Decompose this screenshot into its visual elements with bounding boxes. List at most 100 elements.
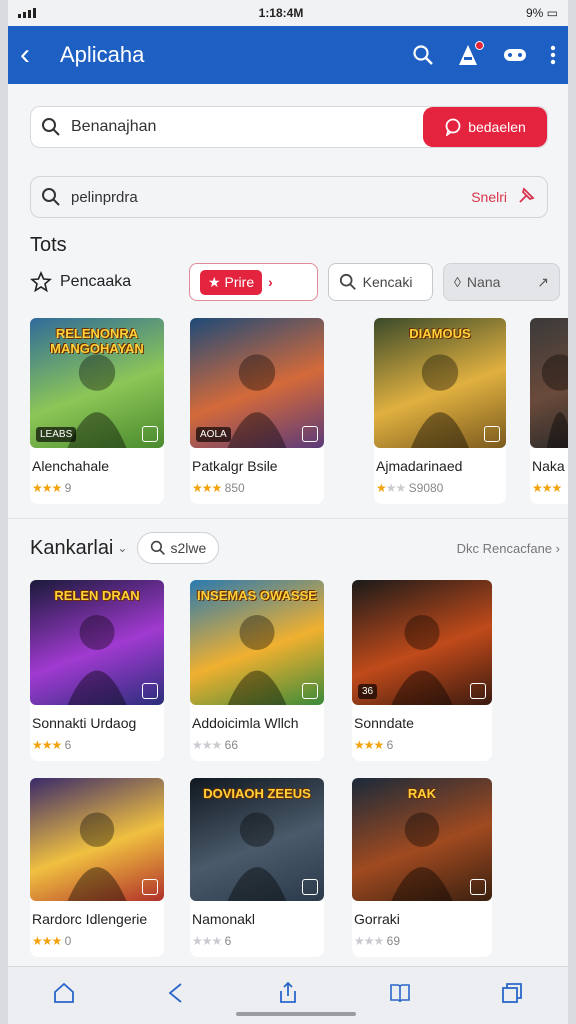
star-icon: ★ — [201, 481, 213, 495]
artwork-title: INSEMAS OWASSE — [197, 588, 317, 603]
star-icon: ★ — [211, 481, 223, 495]
star-icon: ★ — [32, 738, 43, 752]
chevron-right-icon: › — [268, 274, 273, 290]
game-rating: ★★★ 850 — [192, 481, 245, 495]
status-bar: 1:18:4M 9% ▭ — [8, 0, 568, 26]
search-input[interactable]: Benanajhan — [71, 118, 423, 136]
book-icon[interactable] — [388, 981, 412, 1010]
game-card[interactable]: AOLA Patkalgr Bsile ★★★ 850 — [190, 318, 324, 504]
search-icon[interactable] — [412, 44, 434, 66]
profile-notification-icon[interactable] — [456, 41, 484, 67]
status-time: 1:18:4M — [258, 6, 304, 20]
back-icon[interactable] — [164, 981, 188, 1010]
game-card[interactable]: DIAMOUS Ajmadarinaed ★★★ S9080 — [374, 318, 506, 504]
game-rating: ★★★ 66 — [192, 738, 238, 752]
star-icon: ★ — [385, 481, 397, 495]
game-rating: ★★★ 9 — [32, 481, 71, 495]
search-icon — [31, 117, 71, 137]
star-icon: ★ — [192, 738, 203, 752]
artwork-title: DOVIAOH ZEEUS — [203, 786, 311, 801]
star-icon: ★ — [376, 481, 387, 495]
game-title: Addoicimla Wllch — [192, 715, 299, 731]
game-artwork: RAK — [352, 778, 492, 901]
back-arrow-icon[interactable]: ‹ — [20, 40, 60, 70]
rating-value: 69 — [386, 934, 400, 948]
game-artwork: DOVIAOH ZEEUS — [190, 778, 324, 901]
expand-icon — [302, 683, 318, 699]
game-title: Namonakl — [192, 911, 256, 927]
section2-filter-chip[interactable]: s2lwe — [137, 532, 220, 564]
star-icon: ★ — [211, 738, 223, 752]
expand-icon — [142, 879, 158, 895]
game-artwork: RELEN DRAN — [30, 580, 164, 705]
star-icon: ★ — [41, 481, 53, 495]
star-icon: ★ — [211, 934, 223, 948]
secondary-search-input[interactable]: pelinprdra — [71, 189, 471, 206]
game-title: Patkalgr Bsile — [192, 458, 278, 474]
star-icon: ★ — [51, 934, 63, 948]
page-title: Aplicaha — [60, 42, 145, 67]
search-submit-button[interactable]: bedaelen — [423, 107, 547, 147]
game-card[interactable]: RELENONRA MANGOHAYAN LEABS Alenchahale ★★★ … — [30, 318, 164, 504]
game-rating: ★★★ 6 — [192, 934, 231, 948]
game-rating: ★★★ 6 — [32, 738, 71, 752]
artwork-title: DIAMOUS — [409, 326, 471, 341]
section-divider — [8, 518, 568, 519]
search-icon — [31, 187, 71, 207]
game-card[interactable]: Naka ★★★ — [530, 318, 568, 504]
search-bar-primary[interactable]: Benanajhan bedaelen — [30, 106, 548, 148]
artwork-badge: AOLA — [196, 427, 231, 442]
game-card[interactable]: Rardorc Idlengerie ★★★ 0 — [30, 778, 164, 957]
trend-icon: ↗ — [537, 273, 549, 290]
game-artwork: 36 — [352, 580, 492, 705]
game-card[interactable]: RELEN DRAN Sonnakti Urdaog ★★★ 6 — [30, 580, 164, 761]
search-bar-secondary[interactable]: pelinprdra Snelri — [30, 176, 548, 218]
star-outline-icon — [30, 271, 52, 293]
star-icon: ★ — [373, 738, 385, 752]
game-card[interactable]: RAK Gorraki ★★★ 69 — [352, 778, 492, 957]
chat-bubble-icon — [445, 118, 461, 136]
star-icon: ★ — [532, 481, 543, 495]
game-card[interactable]: INSEMAS OWASSE Addoicimla Wllch ★★★ 66 — [190, 580, 324, 761]
star-icon: ★ — [192, 934, 203, 948]
game-card[interactable]: DOVIAOH ZEEUS Namonakl ★★★ 6 — [190, 778, 324, 957]
star-icon: ★ — [395, 481, 407, 495]
category-lead[interactable]: Pencaaka — [30, 271, 189, 293]
star-icon: ★ — [354, 738, 365, 752]
game-artwork: DIAMOUS — [374, 318, 506, 448]
chevron-down-icon[interactable]: ⌄ — [117, 541, 127, 555]
game-card[interactable]: 36 Sonndate ★★★ 6 — [352, 580, 492, 761]
game-artwork: INSEMAS OWASSE — [190, 580, 324, 705]
rating-value: 6 — [224, 934, 232, 948]
secondary-search-action[interactable]: Snelri — [471, 189, 507, 205]
status-battery: 9% ▭ — [525, 6, 558, 20]
expand-icon — [470, 879, 486, 895]
search-icon — [151, 540, 166, 555]
gamepad-icon[interactable] — [502, 44, 528, 66]
rating-value: 850 — [224, 481, 245, 495]
section-heading: Tots — [30, 234, 67, 256]
star-icon: ★ — [201, 738, 213, 752]
section2-heading: Kankarlai — [30, 536, 114, 559]
pin-icon[interactable] — [517, 185, 537, 210]
home-icon[interactable] — [52, 981, 76, 1010]
artwork-title: RAK — [407, 786, 437, 801]
chip-secondary[interactable]: Kencaki — [327, 263, 433, 301]
star-icon: ★ — [373, 934, 385, 948]
see-more-link[interactable]: Dkc Rencacfane › — [457, 541, 560, 556]
artwork-title: RELEN DRAN — [54, 588, 140, 603]
game-artwork: RELENONRA MANGOHAYAN LEABS — [30, 318, 164, 448]
search-icon — [339, 273, 356, 290]
game-title: Naka — [532, 458, 565, 474]
chip-tertiary[interactable]: ◊ Nana ↗ — [443, 263, 560, 301]
share-icon[interactable] — [276, 981, 300, 1010]
rating-value: S9080 — [408, 481, 444, 495]
star-icon: ★ — [51, 481, 63, 495]
chip-primary[interactable]: ★ Prire › — [188, 263, 318, 301]
game-title: Alenchahale — [32, 458, 110, 474]
tabs-icon[interactable] — [500, 981, 524, 1010]
game-title: Sonndate — [354, 715, 414, 731]
expand-icon — [470, 683, 486, 699]
artwork-title: RELENONRA MANGOHAYAN — [50, 326, 144, 356]
more-vertical-icon[interactable] — [550, 44, 556, 66]
